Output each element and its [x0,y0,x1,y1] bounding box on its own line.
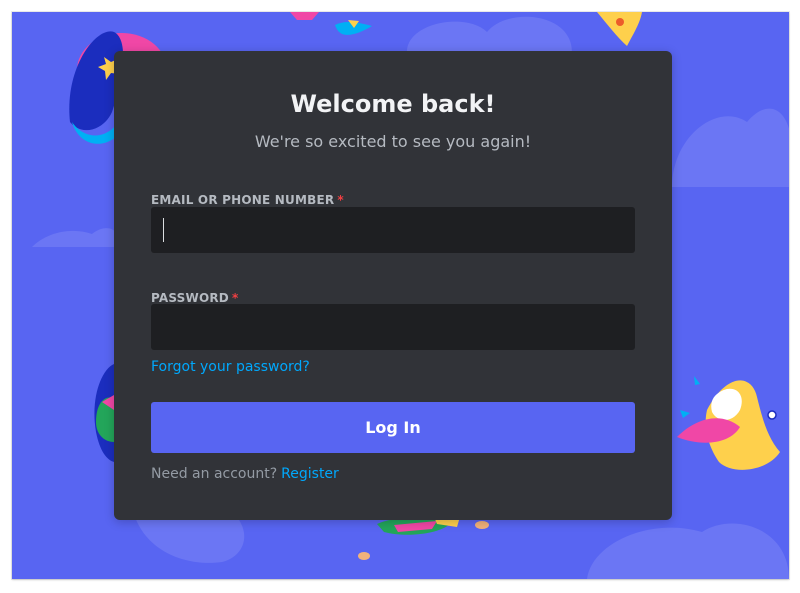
email-field[interactable] [151,207,635,253]
pink-top-shape [290,12,319,20]
required-marker: * [337,193,344,207]
cloud-top-right [407,16,572,52]
cloud-right [672,108,789,187]
page-title: Welcome back! [290,90,496,118]
orange-dot [475,521,489,529]
pizza-slice [597,12,642,46]
login-modal: Welcome back! We're so excited to see yo… [114,51,672,520]
need-account-text: Need an account? [151,466,278,482]
text-caret [163,218,164,242]
register-link[interactable]: Register [281,466,339,482]
page-subtitle: We're so excited to see you again! [254,132,532,151]
email-label: EMAIL OR PHONE NUMBER * [151,192,344,208]
register-row: Need an account? Register [151,465,339,483]
trumpet-valve [767,410,777,420]
pizza-topping [616,18,624,26]
login-button[interactable]: Log In [151,402,635,453]
password-field[interactable] [151,304,635,350]
required-marker: * [231,291,239,305]
password-label-text: PASSWORD [151,291,229,305]
orange-dot-small [358,552,370,560]
cloud-bottom-right [587,523,789,579]
email-label-text: EMAIL OR PHONE NUMBER [151,193,335,207]
cloud-left [32,228,118,247]
water-drop-1 [694,376,700,385]
water-drop-2 [680,410,690,418]
forgot-password-link[interactable]: Forgot your password? [151,358,310,376]
login-page-background: Welcome back! We're so excited to see yo… [12,12,789,579]
